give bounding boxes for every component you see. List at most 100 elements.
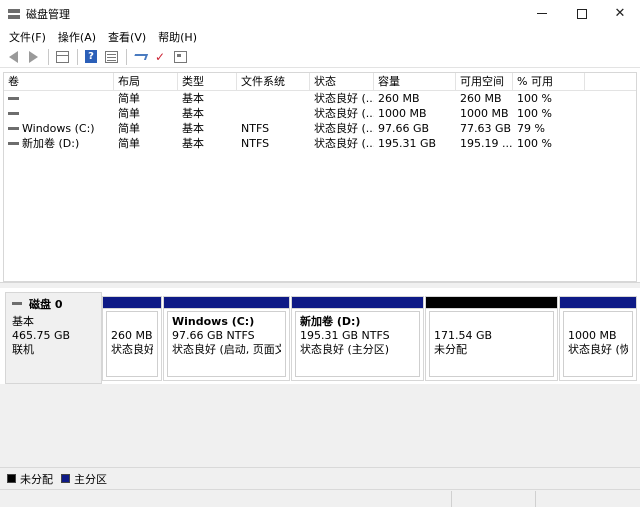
column-header-free-space[interactable]: 可用空间: [456, 73, 513, 91]
disk-management-icon: [8, 8, 20, 20]
unallocated-swatch: [7, 474, 16, 483]
show-hide-console-button[interactable]: [53, 48, 71, 66]
key-icon: [132, 53, 148, 60]
menu-file[interactable]: 文件(F): [3, 29, 52, 45]
filesystem-cell: [237, 91, 310, 106]
partition-body: 新加卷 (D:) 195.31 GB NTFS 状态良好 (主分区): [295, 311, 420, 377]
column-header-filesystem[interactable]: 文件系统: [237, 73, 310, 91]
disk-0-info[interactable]: 磁盘 0 基本 465.75 GB 联机: [5, 292, 102, 384]
status-bar: [0, 489, 640, 507]
table-row[interactable]: Windows (C:) 简单 基本 NTFS 状态良好 (... 97.66 …: [4, 121, 636, 136]
status-bar-cell: [535, 491, 640, 507]
partition-body: Windows (C:) 97.66 GB NTFS 状态良好 (启动, 页面文…: [167, 311, 286, 377]
column-header-status[interactable]: 状态: [310, 73, 374, 91]
layout-cell: 简单: [118, 92, 140, 105]
disk-name: 磁盘 0: [29, 298, 63, 311]
free-space-cell: 77.63 GB: [460, 122, 512, 135]
filesystem-cell: NTFS: [241, 122, 270, 135]
column-header-volume[interactable]: 卷: [4, 73, 114, 91]
capacity-cell: 97.66 GB: [378, 122, 430, 135]
partition-unallocated[interactable]: 171.54 GB 未分配: [425, 296, 558, 381]
percent-free-cell: 100 %: [517, 137, 552, 150]
disk-status: 联机: [12, 343, 34, 356]
disk-icon: [12, 301, 22, 305]
status-bar-cell: [451, 491, 535, 507]
partition-efi[interactable]: 260 MB 状态良好 (: [102, 296, 162, 381]
legend-unallocated-label: 未分配: [20, 472, 53, 486]
menu-view[interactable]: 查看(V): [102, 29, 152, 45]
disk-map: 磁盘 0 基本 465.75 GB 联机 260 MB 状态良好 ( Windo…: [3, 288, 637, 384]
close-button[interactable]: ✕: [598, 0, 640, 27]
partition-body: 171.54 GB 未分配: [429, 311, 554, 377]
properties-button[interactable]: [171, 48, 189, 66]
connect-button[interactable]: [131, 48, 149, 66]
partition-c[interactable]: Windows (C:) 97.66 GB NTFS 状态良好 (启动, 页面文…: [163, 296, 290, 381]
minimize-button[interactable]: [520, 0, 564, 27]
window-title: 磁盘管理: [26, 7, 70, 21]
back-button[interactable]: [4, 48, 22, 66]
type-cell: 基本: [182, 92, 204, 105]
percent-free-cell: 100 %: [517, 107, 552, 120]
volume-icon: [8, 111, 19, 115]
status-cell: 状态良好 (...: [314, 107, 374, 120]
back-arrow-icon: [8, 50, 18, 63]
column-header-capacity[interactable]: 容量: [374, 73, 456, 91]
status-cell: 状态良好 (...: [314, 122, 374, 135]
capacity-cell: 260 MB: [378, 92, 420, 105]
free-space-cell: 260 MB: [460, 92, 502, 105]
free-space-cell: 195.19 ...: [460, 137, 513, 150]
partition-d[interactable]: 新加卷 (D:) 195.31 GB NTFS 状态良好 (主分区): [291, 296, 424, 381]
help-icon: ?: [85, 50, 97, 63]
table-row[interactable]: 简单 基本 状态良好 (... 260 MB 260 MB 100 %: [4, 91, 636, 106]
list-view-button[interactable]: [102, 48, 120, 66]
disk-map-empty-area: [0, 384, 640, 467]
volume-list: 卷 布局 类型 文件系统 状态 容量 可用空间 % 可用 简单 基本 状态良好 …: [3, 72, 637, 282]
partition-status: 状态良好 (启动, 页面文件: [172, 343, 281, 356]
partition-recovery[interactable]: 1000 MB 状态良好 (恢复: [559, 296, 637, 381]
table-row[interactable]: 新加卷 (D:) 简单 基本 NTFS 状态良好 (... 195.31 GB …: [4, 136, 636, 151]
column-header-layout[interactable]: 布局: [114, 73, 178, 91]
disk-size: 465.75 GB: [12, 329, 71, 342]
partition-status: 状态良好 (恢复: [568, 343, 628, 356]
menu-help[interactable]: 帮助(H): [152, 29, 203, 45]
partition-bar: [560, 297, 636, 309]
title-bar: 磁盘管理 ✕: [0, 0, 640, 27]
legend-primary-label: 主分区: [74, 472, 107, 486]
partition-status: 状态良好 (: [111, 343, 153, 356]
percent-free-cell: 100 %: [517, 92, 552, 105]
partition-size: 171.54 GB: [434, 329, 493, 342]
toolbar: ? ✓: [0, 46, 640, 68]
capacity-cell: 195.31 GB: [378, 137, 437, 150]
volume-cell: 新加卷 (D:): [4, 136, 114, 151]
close-icon: ✕: [614, 6, 626, 21]
check-button[interactable]: ✓: [151, 48, 169, 66]
toolbar-separator: [48, 48, 49, 65]
check-icon: ✓: [154, 49, 166, 64]
disk-type: 基本: [12, 315, 34, 328]
layout-cell: 简单: [118, 137, 140, 150]
legend-unallocated: 未分配: [7, 471, 53, 487]
forward-button[interactable]: [24, 48, 42, 66]
partition-status: 状态良好 (主分区): [300, 343, 390, 356]
type-cell: 基本: [182, 137, 204, 150]
type-cell: 基本: [182, 107, 204, 120]
layout-cell: 简单: [118, 122, 140, 135]
minimize-icon: [537, 13, 547, 14]
help-button[interactable]: ?: [82, 48, 100, 66]
console-tree-icon: [55, 50, 69, 63]
status-cell: 状态良好 (...: [314, 92, 374, 105]
volume-icon: [8, 96, 19, 100]
capacity-cell: 1000 MB: [378, 107, 427, 120]
filesystem-cell: NTFS: [241, 137, 270, 150]
free-space-cell: 1000 MB: [460, 107, 509, 120]
column-header-type[interactable]: 类型: [178, 73, 237, 91]
partition-bar: [292, 297, 423, 309]
partition-size: 260 MB: [111, 329, 153, 342]
column-header-percent-free[interactable]: % 可用: [513, 73, 585, 91]
menu-action[interactable]: 操作(A): [52, 29, 102, 45]
maximize-icon: [577, 8, 587, 19]
percent-free-cell: 79 %: [517, 122, 545, 135]
partition-body: 1000 MB 状态良好 (恢复: [563, 311, 633, 377]
partition-bar: [103, 297, 161, 309]
table-row[interactable]: 简单 基本 状态良好 (... 1000 MB 1000 MB 100 %: [4, 106, 636, 121]
